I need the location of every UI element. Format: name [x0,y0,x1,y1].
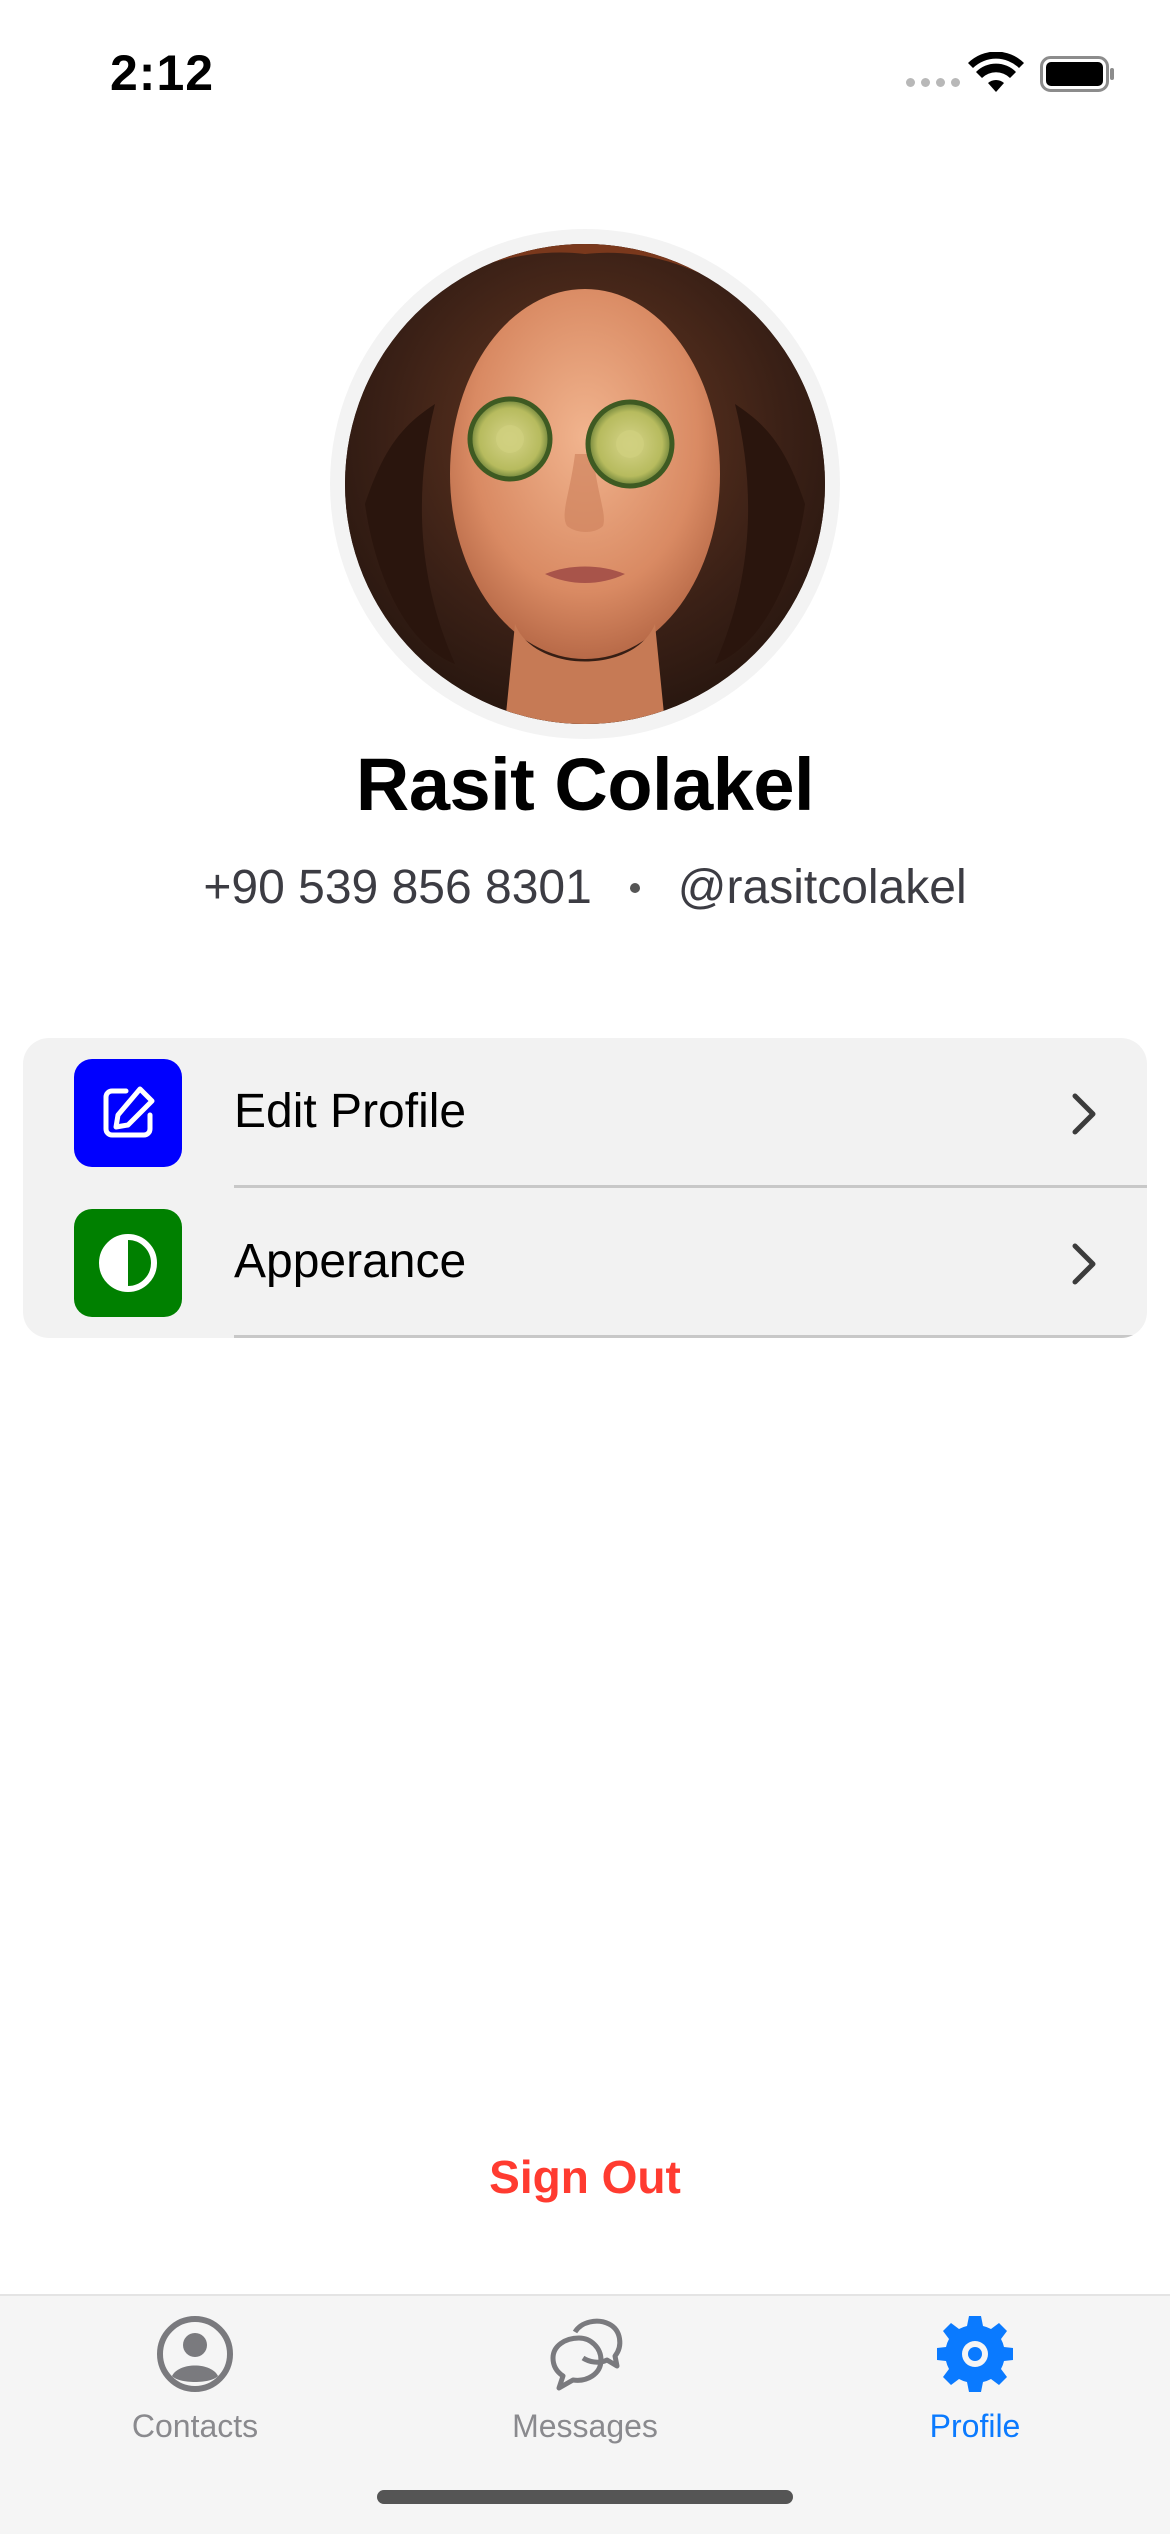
cellular-signal-icon [906,78,960,87]
chevron-right-icon [1072,1243,1096,1285]
row-divider [234,1335,1147,1338]
status-time: 2:12 [110,45,215,101]
tab-profile[interactable]: Profile [780,2296,1170,2466]
battery-icon [1040,56,1114,92]
contrast-icon [74,1209,182,1317]
wifi-icon [968,52,1024,92]
edit-icon [74,1059,182,1167]
chevron-right-icon [1072,1093,1096,1135]
tab-messages-label: Messages [512,2408,658,2444]
sign-out-button[interactable]: Sign Out [0,2150,1170,2204]
tab-contacts[interactable]: Contacts [0,2296,390,2466]
profile-photo [345,244,825,724]
profile-name: Rasit Colakel [355,743,815,826]
chat-bubbles-icon [550,2318,623,2391]
profile-meta: +90 539 856 8301 @rasitcolakel [0,860,1170,915]
tab-contacts-label: Contacts [131,2408,259,2444]
appearance-row[interactable]: Apperance [23,1188,1147,1338]
status-bar: 2:12 [0,0,1170,150]
gear-icon [937,2316,1013,2392]
person-circle-icon [157,2316,233,2392]
separator-dot [629,882,640,893]
profile-username: @rasitcolakel [677,861,967,914]
settings-list: Edit Profile Apperance [23,1038,1147,1338]
edit-profile-label: Edit Profile [234,1085,467,1138]
avatar[interactable] [345,244,825,724]
home-indicator [377,2490,793,2504]
tab-profile-label: Profile [929,2408,1021,2444]
appearance-label: Apperance [234,1235,467,1288]
profile-phone: +90 539 856 8301 [203,861,592,914]
tab-messages[interactable]: Messages [390,2296,780,2466]
edit-profile-row[interactable]: Edit Profile [23,1038,1147,1188]
